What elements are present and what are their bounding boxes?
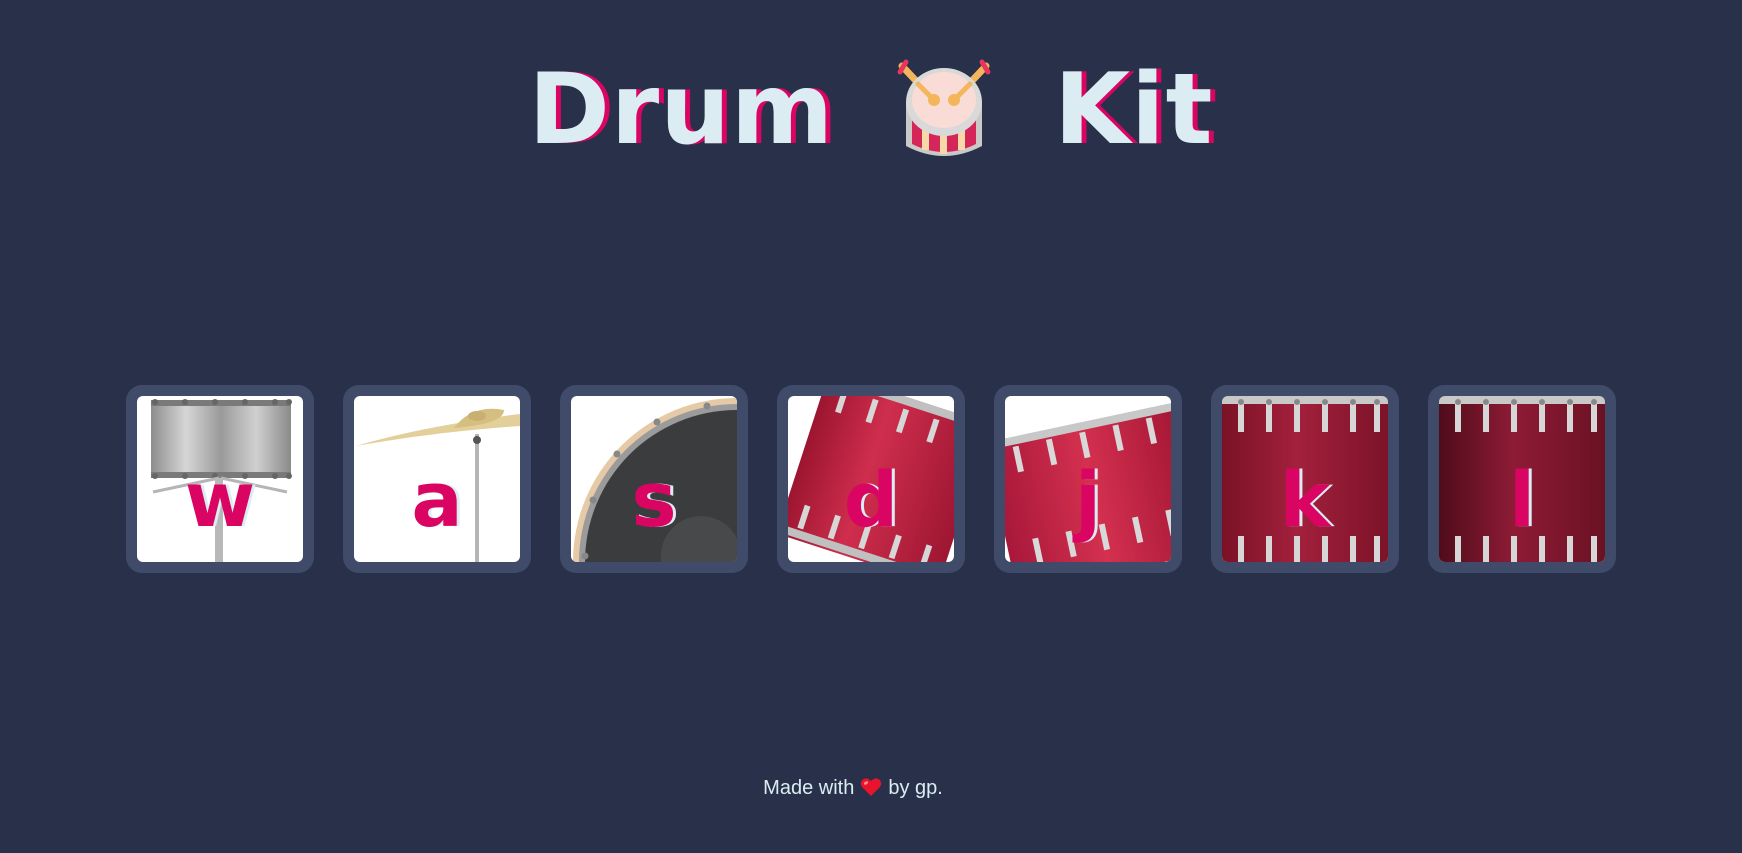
title-word-drum: Drum: [528, 53, 835, 167]
drum-face: d: [788, 396, 954, 562]
footer: Made with by gp.: [0, 777, 1706, 800]
drum-key-l[interactable]: l: [1428, 385, 1616, 573]
drum-key-j[interactable]: j: [994, 385, 1182, 573]
drum-face: a: [354, 396, 520, 562]
drum-key-w[interactable]: w: [126, 385, 314, 573]
drum-set: w a s d j k l: [0, 385, 1742, 573]
drum-face: s: [571, 396, 737, 562]
drum-key-letter: l: [1508, 455, 1536, 544]
drum-key-letter: s: [631, 455, 677, 544]
page-title: Drum Kit: [0, 58, 1742, 162]
footer-prefix: Made with: [763, 777, 855, 799]
drum-kit-page: Drum Kit w a s d j k l Made with by gp.: [0, 0, 1742, 853]
drum-face: l: [1439, 396, 1605, 562]
drum-face: w: [137, 396, 303, 562]
drum-key-letter: j: [1074, 455, 1102, 544]
drum-key-d[interactable]: d: [777, 385, 965, 573]
drum-key-s[interactable]: s: [560, 385, 748, 573]
footer-suffix: by gp.: [888, 777, 943, 799]
drum-face: k: [1222, 396, 1388, 562]
drum-key-letter: a: [411, 455, 463, 544]
drum-with-drumsticks-icon: [897, 59, 991, 156]
drum-key-letter: w: [184, 455, 256, 544]
drum-face: j: [1005, 396, 1171, 562]
drum-key-letter: k: [1279, 455, 1331, 544]
drum-key-a[interactable]: a: [343, 385, 531, 573]
heart-icon: [861, 778, 882, 796]
drum-key-letter: d: [843, 455, 899, 544]
drum-key-k[interactable]: k: [1211, 385, 1399, 573]
title-word-kit: Kit: [1054, 53, 1214, 167]
